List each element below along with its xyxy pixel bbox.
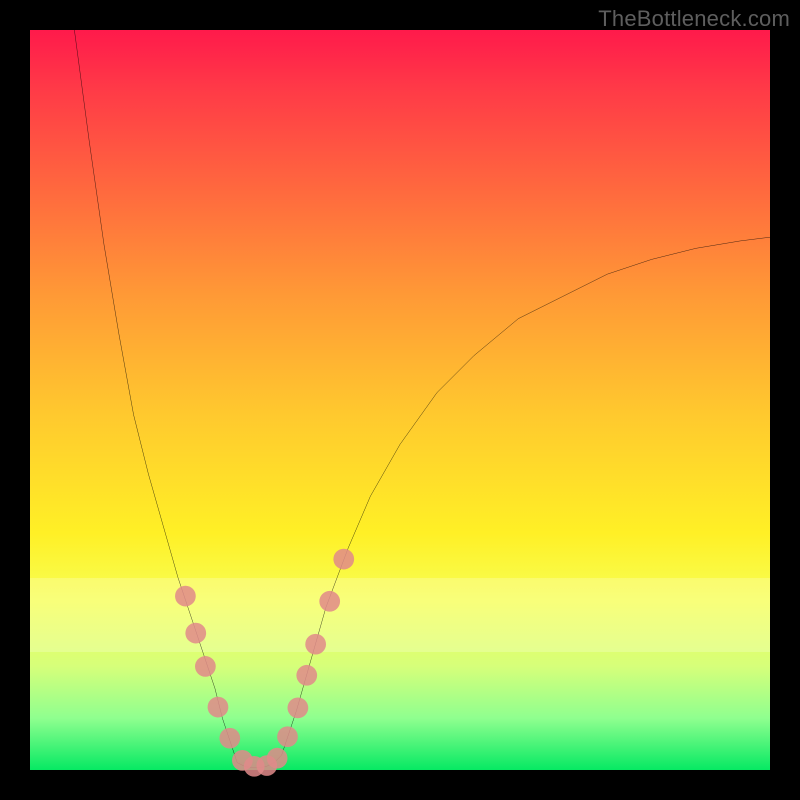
bottleneck-curve: [74, 30, 770, 768]
bead-point: [305, 634, 326, 655]
bead-point: [175, 586, 196, 607]
bead-point: [185, 623, 206, 644]
watermark-text: TheBottleneck.com: [598, 6, 790, 32]
bead-group: [175, 549, 354, 777]
chart-frame: TheBottleneck.com: [0, 0, 800, 800]
bead-point: [267, 748, 288, 769]
bead-point: [277, 726, 298, 747]
bead-point: [195, 656, 216, 677]
bead-point: [333, 549, 354, 570]
bead-point: [288, 697, 309, 718]
bead-point: [208, 697, 229, 718]
curve-svg: [30, 30, 770, 770]
bead-point: [219, 728, 240, 749]
bead-point: [296, 665, 317, 686]
bead-point: [319, 591, 340, 612]
